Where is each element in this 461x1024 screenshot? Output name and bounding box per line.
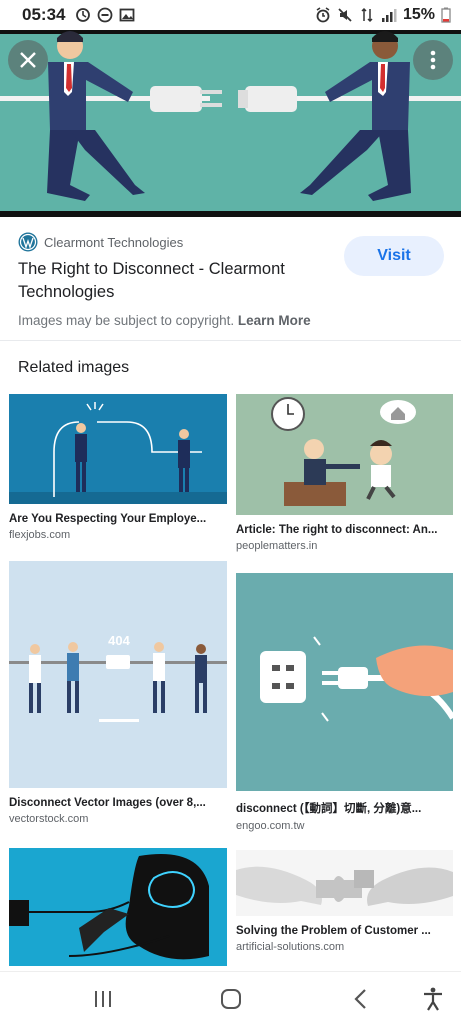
related-caption: Article: The right to disconnect: An... <box>236 524 438 536</box>
related-site: peoplematters.in <box>236 540 318 552</box>
battery-icon <box>441 7 451 23</box>
related-caption: Disconnect Vector Images (over 8,... <box>9 797 206 809</box>
close-button[interactable] <box>8 40 48 80</box>
related-site: flexjobs.com <box>9 529 71 541</box>
battery-percent: 15% <box>402 6 435 23</box>
more-vert-icon <box>430 50 436 70</box>
wordpress-icon <box>18 232 38 252</box>
related-caption: Are You Respecting Your Employe... <box>9 513 207 525</box>
data-icon <box>361 7 373 23</box>
source-name: Clearmont Technologies <box>44 234 184 250</box>
more-options-button[interactable] <box>413 40 453 80</box>
dnd-icon <box>98 7 113 23</box>
related-thumbnail <box>236 850 453 916</box>
home-icon[interactable] <box>218 986 244 1012</box>
accessibility-icon[interactable] <box>420 986 446 1012</box>
related-image-card[interactable]: 404 Disconnect Vector Images (over 8,...… <box>9 561 227 825</box>
related-thumbnail <box>9 848 227 966</box>
copyright-notice: Images may be subject to copyright. Lear… <box>18 313 311 328</box>
gallery-icon <box>120 8 135 22</box>
related-site: artificial-solutions.com <box>236 941 345 953</box>
hero-illustration <box>0 30 461 217</box>
system-nav-bar <box>0 971 461 1024</box>
mute-icon <box>338 8 352 22</box>
related-thumbnail: 404 <box>9 561 227 788</box>
copyright-text: Images may be subject to copyright. <box>18 313 235 328</box>
learn-more-link[interactable]: Learn More <box>238 313 311 328</box>
related-thumbnail <box>9 394 227 504</box>
signal-icon <box>381 9 397 22</box>
related-image-text: 404 <box>108 633 130 648</box>
related-site: vectorstock.com <box>9 813 89 825</box>
hero-image[interactable] <box>0 30 461 217</box>
related-thumbnail <box>236 394 453 515</box>
related-caption: disconnect (【動詞】切斷, 分離)意... <box>236 803 422 815</box>
related-image-card[interactable] <box>9 848 227 979</box>
related-caption: Solving the Problem of Customer ... <box>236 925 431 937</box>
related-image-card[interactable]: Are You Respecting Your Employe... flexj… <box>9 394 227 541</box>
image-title[interactable]: The Right to Disconnect - Clearmont Tech… <box>18 258 318 304</box>
status-bar: 05:34 15% <box>0 0 461 30</box>
related-thumbnail <box>236 573 453 791</box>
related-images-heading: Related images <box>18 359 130 376</box>
recent-apps-icon[interactable] <box>90 986 116 1012</box>
divider <box>0 340 461 341</box>
related-site: engoo.com.tw <box>236 820 305 832</box>
back-icon[interactable] <box>348 986 374 1012</box>
related-image-card[interactable]: Solving the Problem of Customer ... arti… <box>236 850 453 953</box>
visit-button[interactable]: Visit <box>344 236 444 276</box>
status-time: 05:34 <box>22 5 66 24</box>
close-icon <box>20 52 36 68</box>
alarm-icon <box>316 7 330 23</box>
source-row[interactable]: Clearmont Technologies <box>18 232 183 252</box>
related-image-card[interactable]: Article: The right to disconnect: An... … <box>236 394 453 552</box>
sync-icon <box>76 8 91 22</box>
related-image-card[interactable]: disconnect (【動詞】切斷, 分離)意... engoo.com.tw <box>236 573 453 832</box>
